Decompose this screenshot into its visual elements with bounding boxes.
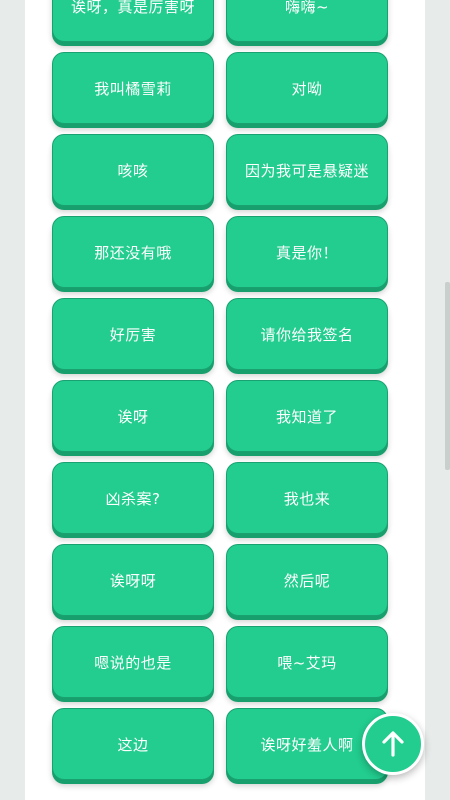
- sound-button[interactable]: 我也来: [226, 462, 388, 534]
- app-screen: 诶呀，真是厉害呀 嗨嗨~ 我叫橘雪莉 对呦 咳咳 因为我可是悬疑迷 那还没有哦 …: [0, 0, 450, 800]
- sound-button[interactable]: 诶呀，真是厉害呀: [52, 0, 214, 42]
- sound-button[interactable]: 喂~艾玛: [226, 626, 388, 698]
- sound-button-label: 诶呀好羞人啊: [260, 735, 354, 754]
- sound-button-label: 嗯说的也是: [94, 653, 172, 672]
- sound-button-label: 嗨嗨~: [284, 0, 330, 16]
- sound-button-label: 然后呢: [283, 571, 331, 590]
- sound-button[interactable]: 嗨嗨~: [226, 0, 388, 42]
- sound-button-label: 对呦: [291, 79, 323, 98]
- scrollbar-thumb[interactable]: [445, 282, 450, 470]
- sound-button-label: 这边: [117, 735, 149, 754]
- sound-button[interactable]: 对呦: [226, 52, 388, 124]
- sound-button[interactable]: 诶呀呀: [52, 544, 214, 616]
- sound-button-label: 我知道了: [275, 407, 338, 426]
- sound-button-label: 我也来: [283, 489, 331, 508]
- sound-button[interactable]: 咳咳: [52, 134, 214, 206]
- sound-button-label: 诶呀: [117, 407, 149, 426]
- sound-button-label: 真是你！: [275, 243, 338, 262]
- sound-button[interactable]: 真是你！: [226, 216, 388, 288]
- sound-button-label: 请你给我签名: [260, 325, 354, 344]
- sound-button-label: 好厉害: [109, 325, 157, 344]
- sound-button-label: 那还没有哦: [94, 243, 172, 262]
- sound-button[interactable]: 我叫橘雪莉: [52, 52, 214, 124]
- sound-button-label: 咳咳: [117, 161, 149, 180]
- sound-button-label: 因为我可是悬疑迷: [244, 161, 369, 180]
- sound-button[interactable]: 凶杀案?: [52, 462, 214, 534]
- sound-button[interactable]: 嗯说的也是: [52, 626, 214, 698]
- sound-button-label: 喂~艾玛: [277, 653, 337, 672]
- sound-button[interactable]: 那还没有哦: [52, 216, 214, 288]
- sound-button-label: 诶呀，真是厉害呀: [70, 0, 195, 16]
- sound-button[interactable]: 我知道了: [226, 380, 388, 452]
- sound-button[interactable]: 好厉害: [52, 298, 214, 370]
- sound-button[interactable]: 因为我可是悬疑迷: [226, 134, 388, 206]
- sound-button[interactable]: 然后呢: [226, 544, 388, 616]
- sound-button[interactable]: 请你给我签名: [226, 298, 388, 370]
- sound-button-label: 凶杀案?: [105, 489, 161, 508]
- sound-button[interactable]: 这边: [52, 708, 214, 780]
- sound-button-grid: 诶呀，真是厉害呀 嗨嗨~ 我叫橘雪莉 对呦 咳咳 因为我可是悬疑迷 那还没有哦 …: [52, 0, 388, 780]
- sound-button-label: 我叫橘雪莉: [94, 79, 172, 98]
- scroll-to-top-button[interactable]: [362, 713, 424, 775]
- sound-button-label: 诶呀呀: [109, 571, 157, 590]
- arrow-up-icon: [382, 731, 404, 757]
- sound-button[interactable]: 诶呀: [52, 380, 214, 452]
